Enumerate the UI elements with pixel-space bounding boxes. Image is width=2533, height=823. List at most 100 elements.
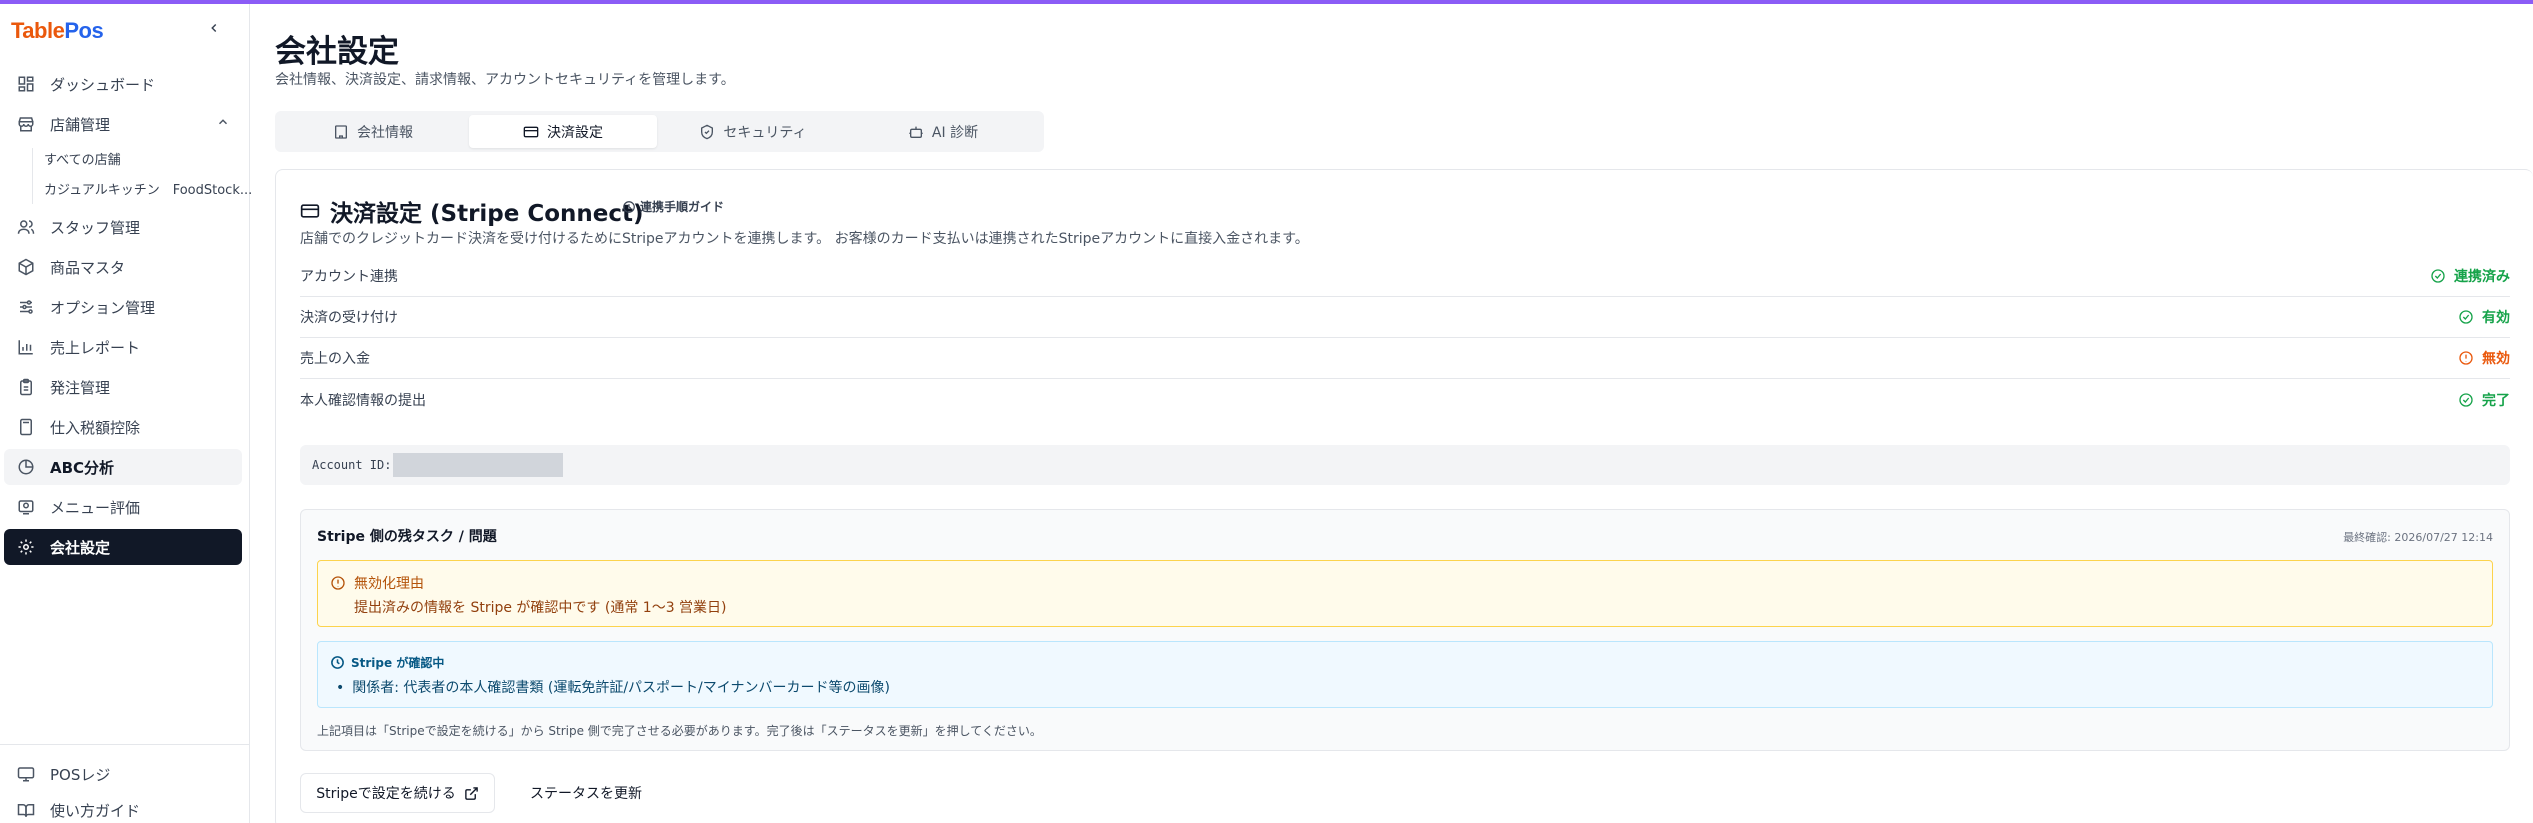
sidebar-item-orders[interactable]: 発注管理 — [4, 369, 242, 405]
payment-settings-title-text: 決済設定 (Stripe Connect) — [330, 201, 644, 227]
page-subtitle: 会社情報、決済設定、請求情報、アカウントセキュリティを管理します。 — [275, 72, 735, 88]
stripe-reviewing-item: 関係者: 代表者の本人確認書類 (運転免許証/パスポート/マイナンバーカード等の… — [336, 677, 890, 697]
sidebar-item-label: ダッシュボード — [50, 75, 156, 94]
alert-circle-icon — [2459, 351, 2473, 365]
sidebar-item-label: 仕入税額控除 — [50, 418, 141, 437]
sidebar-item-label: ABC分析 — [50, 458, 115, 477]
payment-settings-title: 決済設定 (Stripe Connect) — [300, 194, 644, 228]
sidebar-item-label: 会社設定 — [50, 538, 111, 557]
building-icon — [335, 124, 347, 139]
status-value: 有効 — [2482, 310, 2510, 326]
check-circle-icon — [2459, 310, 2473, 324]
users-icon — [16, 217, 36, 237]
credit-card-icon — [523, 126, 539, 137]
stripe-reviewing-title: Stripe が確認中 — [351, 656, 445, 670]
setup-guide-link-text: 連携手順ガイド — [640, 200, 725, 214]
tab-security[interactable]: セキュリティ — [659, 115, 847, 148]
robot-icon — [909, 126, 923, 138]
status-label: 決済の受け付け — [300, 310, 398, 326]
sidebar-item-label: 発注管理 — [50, 378, 111, 397]
sidebar-item-abc-analysis[interactable]: ABC分析 — [4, 449, 242, 485]
dashboard-grid-icon — [16, 74, 36, 94]
sidebar-item-label: 店舗管理 — [50, 115, 111, 134]
sidebar-item-label: スタッフ管理 — [50, 218, 141, 237]
status-label: 売上の入金 — [300, 351, 370, 367]
sidebar-item-dashboard[interactable]: ダッシュボード — [4, 66, 242, 102]
book-icon — [16, 800, 36, 820]
brand-logo-part2: Pos — [64, 18, 104, 43]
main-content: 会社設定 会社情報、決済設定、請求情報、アカウントセキュリティを管理します。 会… — [251, 4, 2533, 823]
sidebar-item-label: オプション管理 — [50, 298, 156, 317]
sidebar-item-company-settings[interactable]: 会社設定 — [4, 529, 242, 565]
disabled-reason-alert: 無効化理由 提出済みの情報を Stripe が確認中です (通常 1〜3 営業日… — [317, 560, 2493, 627]
sidebar-item-staff[interactable]: スタッフ管理 — [4, 209, 242, 245]
clock-icon — [623, 200, 635, 213]
clipboard-icon — [16, 377, 36, 397]
settings-tabs: 会社情報 決済設定 セキュリティ AI 診断 — [275, 111, 1044, 152]
collapse-sidebar-button[interactable] — [204, 20, 224, 40]
brand-logo-part1: Table — [11, 18, 65, 43]
tab-company-info[interactable]: 会社情報 — [279, 115, 467, 148]
sliders-icon — [16, 297, 36, 317]
sidebar-divider — [0, 744, 250, 745]
sidebar: TablePos ダッシュボード 店舗管理 すべての店舗 カジュアルキッチン F… — [0, 4, 252, 823]
chevron-up-icon[interactable] — [216, 115, 230, 133]
sidebar-item-label: 売上レポート — [50, 338, 141, 357]
account-id-redacted — [393, 453, 564, 477]
store-icon — [16, 114, 36, 134]
sidebar-subitem-all-stores[interactable]: すべての店舗 — [44, 150, 121, 172]
menu-review-icon — [16, 497, 36, 517]
status-badge: 連携済み — [2430, 266, 2510, 286]
submenu-guide-line — [32, 148, 33, 204]
clock-icon — [331, 656, 344, 669]
sidebar-item-sales-report[interactable]: 売上レポート — [4, 329, 242, 365]
status-row-accept-payments: 決済の受け付け 有効 — [300, 297, 2510, 338]
status-value: 完了 — [2482, 392, 2510, 409]
payment-settings-description: 店舗でのクレジットカード決済を受け付けるためにStripeアカウントを連携します… — [300, 231, 1309, 247]
account-id-label: Account ID: — [312, 458, 392, 472]
pie-chart-icon — [16, 457, 36, 477]
last-checked-timestamp: 最終確認: 2026/07/27 12:14 — [2343, 531, 2493, 544]
sidebar-item-tax-deduction[interactable]: 仕入税額控除 — [4, 409, 242, 445]
chevron-left-icon — [211, 23, 217, 33]
check-circle-icon — [2459, 392, 2473, 407]
sidebar-item-options[interactable]: オプション管理 — [4, 289, 242, 325]
stripe-tasks-panel: Stripe 側の残タスク / 問題 最終確認: 2026/07/27 12:1… — [300, 509, 2510, 751]
status-badge: 無効 — [2458, 348, 2510, 368]
check-circle-icon — [2431, 269, 2445, 283]
status-row-account-link: アカウント連携 連携済み — [300, 256, 2510, 297]
status-badge: 有効 — [2458, 307, 2510, 327]
sidebar-item-menu-review[interactable]: メニュー評価 — [4, 489, 242, 525]
continue-in-stripe-button[interactable]: Stripeで設定を続ける — [300, 773, 495, 813]
sidebar-item-store-management[interactable]: 店舗管理 — [4, 106, 242, 142]
stripe-tasks-title: Stripe 側の残タスク / 問題 — [317, 529, 497, 545]
continue-in-stripe-label: Stripeで設定を続ける — [316, 786, 456, 802]
sidebar-item-pos-register[interactable]: POSレジ — [4, 756, 242, 792]
status-badge: 完了 — [2458, 390, 2510, 410]
page-title: 会社設定 — [275, 34, 399, 70]
setup-guide-link[interactable]: 連携手順ガイド — [622, 198, 724, 215]
shield-check-icon — [701, 124, 714, 139]
payment-settings-card: 決済設定 (Stripe Connect) 連携手順ガイド 店舗でのクレジットカ… — [275, 169, 2533, 823]
sidebar-item-products[interactable]: 商品マスタ — [4, 249, 242, 285]
status-value: 連携済み — [2454, 269, 2510, 285]
account-id-box: Account ID: — [300, 445, 2510, 485]
gear-icon — [16, 537, 36, 557]
credit-card-icon — [300, 204, 320, 218]
tab-label: セキュリティ — [723, 124, 807, 141]
tab-label: 会社情報 — [357, 124, 413, 141]
alert-circle-icon — [331, 576, 345, 590]
bar-chart-icon — [16, 337, 36, 357]
brand-logo[interactable]: TablePos — [11, 18, 104, 44]
tab-label: AI 診断 — [931, 124, 979, 141]
sidebar-subitem-store[interactable]: カジュアルキッチン FoodStock... — [44, 180, 252, 202]
external-link-icon — [464, 786, 478, 800]
tab-ai-diagnosis[interactable]: AI 診断 — [849, 115, 1037, 148]
tab-payment-settings[interactable]: 決済設定 — [469, 115, 657, 148]
tab-label: 決済設定 — [547, 124, 603, 141]
refresh-status-button[interactable]: ステータスを更新 — [518, 773, 654, 813]
disabled-reason-title: 無効化理由 — [354, 576, 424, 592]
status-row-payouts: 売上の入金 無効 — [300, 338, 2510, 379]
sidebar-item-label: メニュー評価 — [50, 498, 141, 517]
sidebar-item-user-guide[interactable]: 使い方ガイド — [4, 792, 242, 823]
